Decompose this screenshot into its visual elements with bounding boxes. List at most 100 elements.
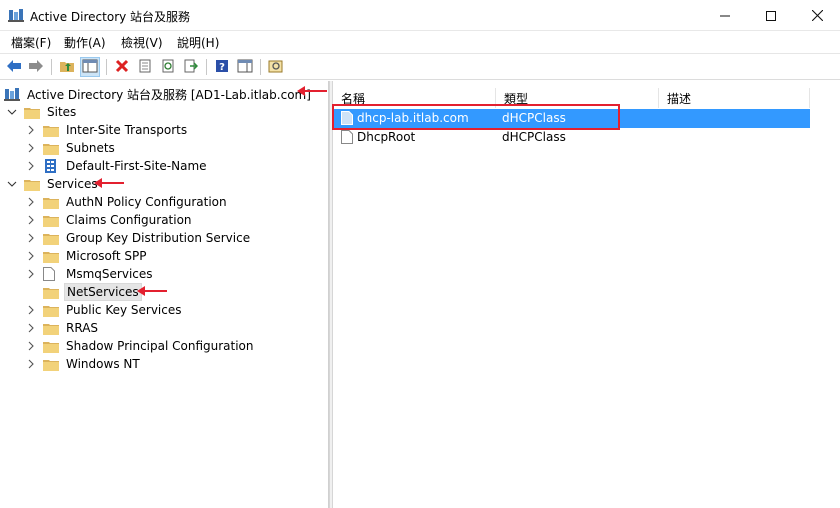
folder-icon: [43, 231, 59, 245]
export-list-button[interactable]: [181, 57, 201, 77]
folder-icon: [43, 141, 59, 155]
tree-item-claims-configuration[interactable]: Claims Configuration: [25, 211, 194, 229]
tree-item-shadow-principal-configuration[interactable]: Shadow Principal Configuration: [25, 337, 256, 355]
tree-item-public-key-services[interactable]: Public Key Services: [25, 301, 184, 319]
folder-icon: [43, 123, 59, 137]
delete-icon: [115, 59, 129, 76]
cell-name: DhcpRoot: [357, 130, 416, 144]
chevron-right-icon[interactable]: [25, 304, 37, 316]
document-icon: [341, 130, 353, 144]
annotation-arrow-icon: [94, 177, 124, 189]
properties-icon: [138, 59, 152, 76]
back-button[interactable]: [4, 57, 24, 77]
chevron-down-icon[interactable]: [6, 106, 18, 118]
forward-arrow-icon: [28, 59, 44, 76]
chevron-right-icon[interactable]: [25, 322, 37, 334]
tree-item-label: Sites: [47, 105, 77, 119]
folder-icon: [43, 285, 59, 299]
show-action-pane-icon: [237, 59, 253, 76]
menu-view[interactable]: 檢視(V): [121, 34, 163, 51]
up-folder-icon: [59, 59, 75, 76]
tree-item-windows-nt[interactable]: Windows NT: [25, 355, 142, 373]
folder-icon: [24, 105, 40, 119]
svg-text:?: ?: [219, 62, 225, 73]
chevron-right-icon[interactable]: [25, 142, 37, 154]
tree-item-label: Inter-Site Transports: [66, 123, 188, 137]
chevron-down-icon[interactable]: [6, 178, 18, 190]
folder-icon: [43, 213, 59, 227]
tree-item-label: AuthN Policy Configuration: [66, 195, 227, 209]
column-header-description[interactable]: 描述: [659, 88, 810, 108]
chevron-right-icon[interactable]: [25, 124, 37, 136]
chevron-right-icon[interactable]: [25, 214, 37, 226]
toolbar: ?: [0, 53, 840, 80]
export-icon: [184, 59, 199, 76]
refresh-icon: [161, 59, 175, 76]
delete-button[interactable]: [112, 57, 132, 77]
chevron-right-icon[interactable]: [25, 232, 37, 244]
tree-item-netservices[interactable]: NetServices: [25, 283, 142, 301]
toolbar-separator: [206, 59, 207, 75]
tree-item-inter-site-transports[interactable]: Inter-Site Transports: [25, 121, 189, 139]
title-bar: Active Directory 站台及服務: [0, 0, 840, 31]
menu-help[interactable]: 說明(H): [177, 34, 219, 51]
minimize-button[interactable]: [702, 0, 748, 31]
list-row[interactable]: DhcpRoot dHCPClass: [333, 128, 810, 147]
tree-item-subnets[interactable]: Subnets: [25, 139, 117, 157]
properties-button[interactable]: [135, 57, 155, 77]
annotation-highlight-box: [332, 104, 620, 130]
forward-button[interactable]: [26, 57, 46, 77]
chevron-right-icon[interactable]: [25, 268, 37, 280]
tree-item-msmqservices[interactable]: MsmqServices: [25, 265, 155, 283]
tree-item-label: RRAS: [66, 321, 99, 335]
tree-item-services[interactable]: Services: [6, 175, 100, 193]
tree-item-label: Public Key Services: [66, 303, 182, 317]
chevron-right-icon[interactable]: [25, 250, 37, 262]
chevron-right-icon[interactable]: [25, 160, 37, 172]
back-arrow-icon: [6, 59, 22, 76]
tree-item-microsoft-spp[interactable]: Microsoft SPP: [25, 247, 149, 265]
up-level-button[interactable]: [57, 57, 77, 77]
find-button[interactable]: [266, 57, 286, 77]
toolbar-separator: [260, 59, 261, 75]
tree-root[interactable]: Active Directory 站台及服務 [AD1-Lab.itlab.co…: [4, 85, 313, 103]
document-icon: [43, 267, 59, 281]
folder-icon: [43, 357, 59, 371]
folder-icon: [43, 303, 59, 317]
tree-item-label: Default-First-Site-Name: [66, 159, 207, 173]
details-list: 名稱 類型 描述 dhcp-lab.itlab.com dHCPClass Dh…: [333, 81, 840, 508]
chevron-right-icon[interactable]: [25, 340, 37, 352]
menu-action[interactable]: 動作(A): [64, 34, 106, 51]
folder-icon: [24, 177, 40, 191]
folder-icon: [43, 195, 59, 209]
tree-root-label: Active Directory 站台及服務 [AD1-Lab.itlab.co…: [27, 87, 311, 102]
tree-item-sites[interactable]: Sites: [6, 103, 78, 121]
tree-item-label: Microsoft SPP: [66, 249, 147, 263]
show-action-pane-button[interactable]: [235, 57, 255, 77]
menu-file[interactable]: 檔案(F): [11, 34, 51, 51]
folder-icon: [43, 321, 59, 335]
annotation-arrow-icon: [297, 85, 327, 97]
tree-item-label: Group Key Distribution Service: [66, 231, 251, 245]
tree-item-label: Shadow Principal Configuration: [66, 339, 254, 353]
cell-type: dHCPClass: [502, 130, 566, 144]
close-button[interactable]: [794, 0, 840, 31]
refresh-button[interactable]: [158, 57, 178, 77]
maximize-button[interactable]: [748, 0, 794, 31]
show-hide-tree-icon: [82, 59, 98, 76]
tree-item-label: Services: [47, 177, 98, 191]
app-icon: [8, 8, 24, 22]
chevron-right-icon[interactable]: [25, 358, 37, 370]
tree-item-default-first-site-name[interactable]: Default-First-Site-Name: [25, 157, 209, 175]
show-hide-tree-button[interactable]: [80, 57, 100, 77]
tree-item-label: Subnets: [66, 141, 115, 155]
toolbar-separator: [51, 59, 52, 75]
directory-root-icon: [4, 87, 20, 101]
tree-item-rras[interactable]: RRAS: [25, 319, 100, 337]
folder-icon: [43, 249, 59, 263]
chevron-right-icon[interactable]: [25, 196, 37, 208]
tree-item-authn-policy-configuration[interactable]: AuthN Policy Configuration: [25, 193, 229, 211]
tree-item-group-key-distribution-service[interactable]: Group Key Distribution Service: [25, 229, 252, 247]
help-button[interactable]: ?: [212, 57, 232, 77]
